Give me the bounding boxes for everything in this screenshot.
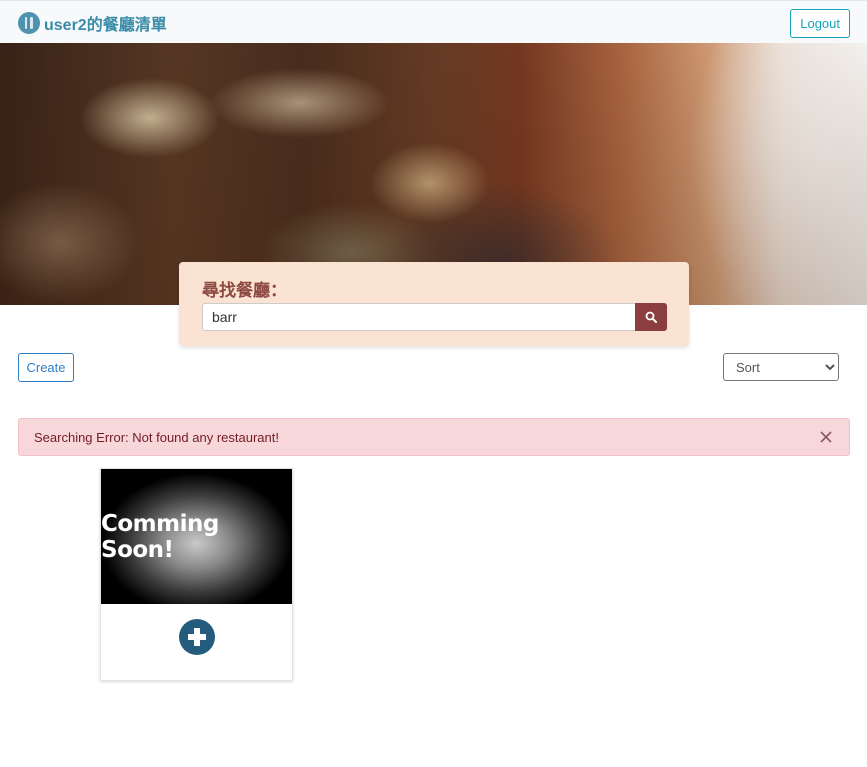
- coming-soon-text: Comming Soon!: [101, 510, 219, 563]
- plus-circle-icon: [188, 628, 206, 646]
- utensils-icon: [18, 12, 40, 34]
- close-icon[interactable]: [817, 428, 835, 446]
- error-alert: Searching Error: Not found any restauran…: [18, 418, 850, 456]
- search-label: 尋找餐廳：: [202, 281, 287, 301]
- navbar: user2的餐廳清單 Logout: [0, 0, 867, 43]
- search-input[interactable]: [202, 303, 635, 331]
- brand-title: user2的餐廳清單: [44, 17, 167, 34]
- search-button[interactable]: [635, 303, 667, 331]
- brand-link[interactable]: user2的餐廳清單: [18, 11, 167, 35]
- create-button[interactable]: Create: [18, 353, 74, 382]
- sort-select[interactable]: Sort: [723, 353, 839, 381]
- search-panel: 尋找餐廳：: [179, 262, 689, 346]
- search-icon: [645, 311, 657, 323]
- logout-button[interactable]: Logout: [790, 9, 850, 38]
- card-image: Comming Soon!: [101, 469, 292, 604]
- add-restaurant-card: Comming Soon!: [100, 468, 293, 681]
- alert-message: Searching Error: Not found any restauran…: [34, 430, 279, 445]
- add-restaurant-button[interactable]: [179, 619, 215, 655]
